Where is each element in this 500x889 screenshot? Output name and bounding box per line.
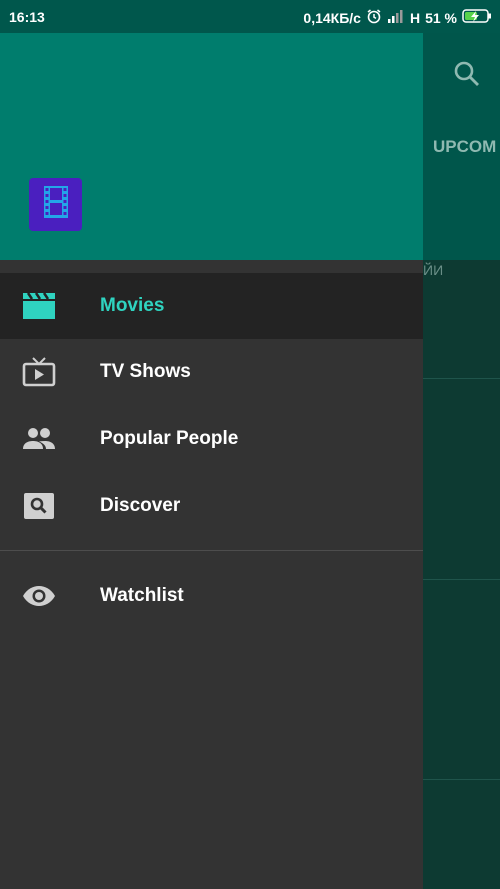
drawer-item-label: TV Shows	[100, 361, 191, 382]
tab-upcoming[interactable]: UPCOM	[433, 137, 496, 157]
drawer-item-popular-people[interactable]: Popular People	[0, 406, 423, 472]
background-app: UPCOM ЙИ	[423, 33, 500, 889]
drawer-header	[0, 33, 423, 260]
signal-icon	[387, 9, 405, 26]
drawer-item-label: Discover	[100, 495, 181, 516]
divider	[423, 779, 500, 780]
drawer-item-movies[interactable]: Movies	[0, 273, 423, 339]
network-type: H	[409, 9, 421, 26]
drawer-item-label: Popular People	[100, 428, 239, 449]
drawer-divider	[0, 550, 423, 551]
divider	[423, 579, 500, 580]
clapperboard-icon	[22, 291, 56, 321]
battery-percent: 51 %	[425, 9, 457, 26]
eye-icon	[22, 581, 56, 611]
search-box-icon	[22, 491, 56, 521]
film-icon	[41, 185, 71, 224]
status-bar: 16:13 0,14КБ/с H 51 %	[0, 0, 500, 33]
navigation-drawer: Movies TV Shows Popular People Discover	[0, 33, 423, 889]
background-subheader: ЙИ	[423, 262, 444, 278]
drawer-item-tv-shows[interactable]: TV Shows	[0, 339, 423, 405]
alarm-icon	[366, 8, 382, 27]
battery-charging-icon	[462, 9, 492, 26]
drawer-item-watchlist[interactable]: Watchlist	[0, 563, 423, 629]
network-speed: 0,14КБ/с	[303, 9, 361, 26]
divider	[423, 378, 500, 379]
people-icon	[22, 424, 56, 454]
drawer-item-discover[interactable]: Discover	[0, 473, 423, 539]
status-time: 16:13	[9, 9, 45, 25]
drawer-item-label: Watchlist	[100, 585, 184, 606]
background-app-bar: UPCOM	[423, 33, 500, 260]
tv-icon	[22, 357, 56, 387]
search-icon[interactable]	[453, 60, 481, 93]
status-right: 0,14КБ/с H 51 %	[303, 8, 492, 27]
app-logo	[29, 178, 82, 231]
drawer-item-label: Movies	[100, 295, 165, 316]
